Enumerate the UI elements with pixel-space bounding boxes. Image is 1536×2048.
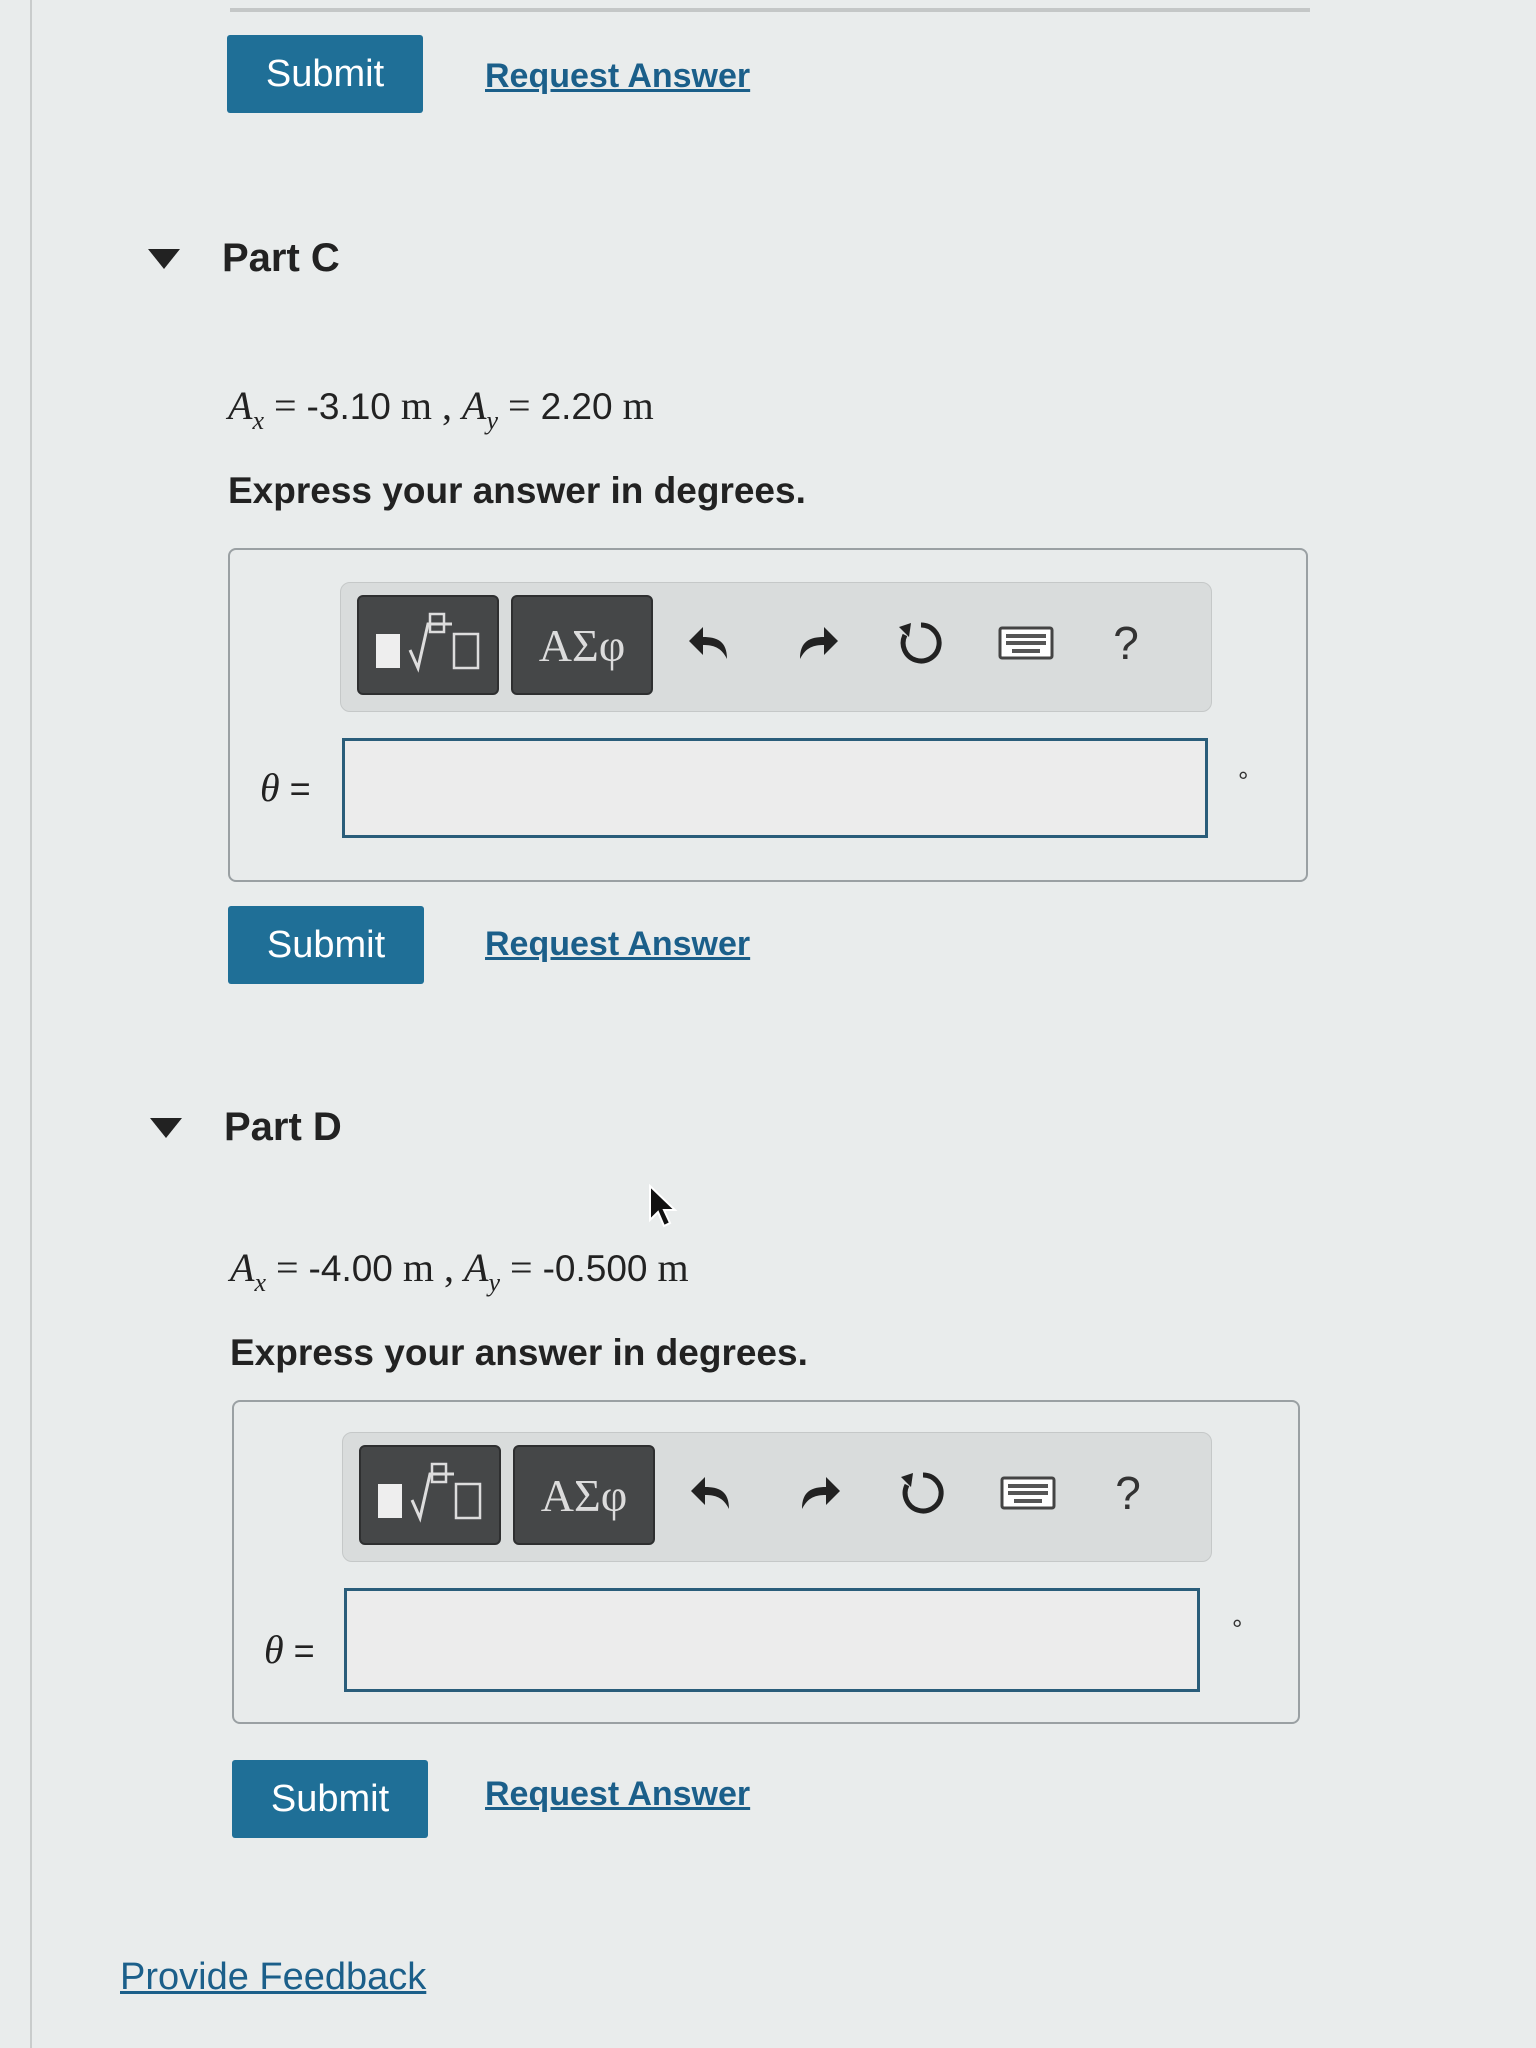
submit-button-part-c[interactable]: Submit — [228, 906, 424, 984]
ax-subscript: x — [254, 1268, 266, 1297]
submit-button-part-d[interactable]: Submit — [232, 1760, 428, 1838]
ax-subscript: x — [252, 406, 264, 435]
part-d-given-values: Ax = -4.00 m , Ay = -0.500 m — [230, 1245, 689, 1297]
equals-sign: = — [289, 768, 311, 809]
part-c-answer-input[interactable] — [342, 738, 1208, 838]
part-d-header: Part D — [150, 1105, 342, 1150]
request-answer-link-part-b[interactable]: Request Answer — [485, 57, 750, 96]
degree-unit: ° — [1238, 766, 1249, 796]
part-c-math-toolbar: ΑΣφ ? — [340, 582, 1212, 712]
ax-value: -3.10 — [306, 386, 391, 427]
ay-value: 2.20 — [540, 386, 613, 427]
redo-icon[interactable] — [786, 611, 846, 675]
help-icon[interactable]: ? — [1098, 1461, 1158, 1525]
undo-icon[interactable] — [683, 1461, 743, 1525]
ay-unit: m — [657, 1245, 689, 1290]
template-button[interactable] — [359, 1445, 501, 1545]
ay-subscript: y — [486, 406, 498, 435]
part-d-math-toolbar: ΑΣφ ? — [342, 1432, 1212, 1562]
part-c-title: Part C — [222, 236, 340, 280]
keyboard-icon[interactable] — [996, 611, 1056, 675]
submit-button-part-b[interactable]: Submit — [227, 35, 423, 113]
theta-label: θ = — [264, 1626, 315, 1673]
template-icon — [376, 612, 480, 673]
part-c-given-values: Ax = -3.10 m , Ay = 2.20 m — [228, 383, 654, 435]
keyboard-icon[interactable] — [998, 1461, 1058, 1525]
equals-sign: = — [293, 1630, 315, 1671]
part-d-instruction: Express your answer in degrees. — [230, 1332, 808, 1373]
degree-unit: ° — [1232, 1614, 1243, 1644]
request-answer-link-part-d[interactable]: Request Answer — [485, 1775, 750, 1814]
part-d-answer-box: ΑΣφ ? θ = ° — [232, 1400, 1300, 1724]
template-button[interactable] — [357, 595, 499, 695]
redo-icon[interactable] — [788, 1461, 848, 1525]
request-answer-link-part-c[interactable]: Request Answer — [485, 925, 750, 964]
provide-feedback-link[interactable]: Provide Feedback — [120, 1956, 426, 1999]
template-icon — [378, 1462, 482, 1523]
theta-label: θ = — [260, 764, 311, 811]
mouse-cursor-icon — [649, 1184, 678, 1228]
theta-symbol: θ — [264, 1627, 284, 1672]
greek-symbols-button[interactable]: ΑΣφ — [511, 595, 653, 695]
ax-symbol: A — [230, 1245, 255, 1290]
ay-symbol: A — [464, 1245, 489, 1290]
ay-subscript: y — [488, 1268, 500, 1297]
ay-value: -0.500 — [542, 1248, 648, 1289]
caret-down-icon[interactable] — [150, 1117, 182, 1138]
help-icon[interactable]: ? — [1096, 611, 1156, 675]
reset-icon[interactable] — [893, 1461, 953, 1525]
ax-unit: m — [400, 383, 433, 428]
part-c-instruction: Express your answer in degrees. — [228, 470, 806, 511]
ay-symbol: A — [462, 383, 487, 428]
undo-icon[interactable] — [681, 611, 741, 675]
top-divider — [230, 8, 1310, 12]
part-c-answer-box: ΑΣφ ? θ = ° — [228, 548, 1308, 882]
greek-symbols-button[interactable]: ΑΣφ — [513, 1445, 655, 1545]
theta-symbol: θ — [260, 765, 280, 810]
ax-unit: m — [402, 1245, 435, 1290]
part-d-title: Part D — [224, 1105, 342, 1149]
ax-value: -4.00 — [308, 1248, 393, 1289]
ax-symbol: A — [228, 383, 253, 428]
part-d-answer-input[interactable] — [344, 1588, 1200, 1692]
reset-icon[interactable] — [891, 611, 951, 675]
ay-unit: m — [622, 383, 654, 428]
caret-down-icon[interactable] — [148, 248, 180, 269]
page-left-border — [30, 0, 32, 2048]
part-c-header: Part C — [148, 236, 340, 281]
